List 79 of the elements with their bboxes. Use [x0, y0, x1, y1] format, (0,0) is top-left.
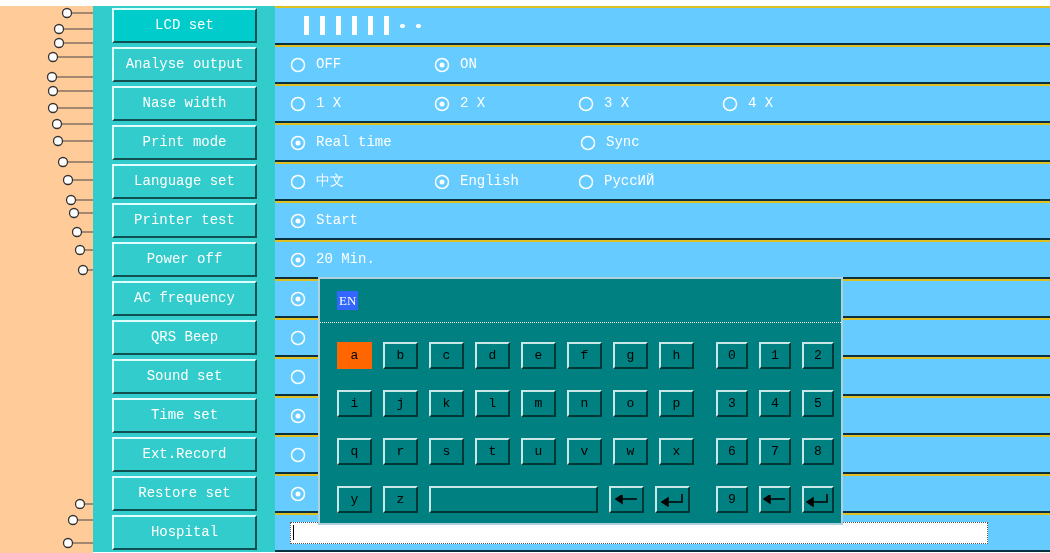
radio-icon[interactable]: [722, 95, 738, 112]
keyboard-key[interactable]: u: [521, 438, 556, 465]
option-label: English: [460, 172, 519, 191]
keyboard-key[interactable]: n: [567, 390, 602, 417]
keyboard-key[interactable]: r: [383, 438, 418, 465]
keyboard-key[interactable]: q: [337, 438, 372, 465]
keyboard-key[interactable]: 6: [716, 438, 748, 465]
keyboard-key[interactable]: 1: [759, 342, 791, 369]
option-label: 中文: [316, 172, 344, 191]
keyboard-key[interactable]: e: [521, 342, 556, 369]
keyboard-key[interactable]: p: [659, 390, 694, 417]
enter-key[interactable]: [802, 486, 834, 513]
keyboard-key[interactable]: k: [429, 390, 464, 417]
radio-selected-icon[interactable]: [290, 134, 306, 151]
keyboard-key[interactable]: 2: [802, 342, 834, 369]
radio-icon[interactable]: [290, 95, 306, 112]
keyboard-key[interactable]: 7: [759, 438, 791, 465]
option-label: 4 X: [748, 94, 774, 113]
keyboard-key[interactable]: l: [475, 390, 510, 417]
radio-icon[interactable]: [290, 368, 306, 385]
option-label: PyccИЙ: [604, 172, 655, 191]
option-label: 20 Min.: [316, 250, 375, 269]
enter-icon: [660, 492, 685, 507]
keyboard-key[interactable]: z: [383, 486, 418, 513]
keyboard-key[interactable]: c: [429, 342, 464, 369]
radio-selected-icon[interactable]: [290, 290, 306, 307]
option-label: OFF: [316, 55, 342, 74]
radio-icon[interactable]: [578, 95, 594, 112]
radio-selected-icon[interactable]: [434, 95, 450, 112]
keyboard-key[interactable]: s: [429, 438, 464, 465]
radio-selected-icon[interactable]: [290, 212, 306, 229]
option-label: Real time: [316, 133, 392, 152]
backspace-key[interactable]: [759, 486, 791, 513]
backspace-key[interactable]: [609, 486, 644, 513]
keyboard-key[interactable]: m: [521, 390, 556, 417]
space-key[interactable]: [429, 486, 598, 513]
keyboard-key[interactable]: f: [567, 342, 602, 369]
radio-selected-icon[interactable]: [290, 251, 306, 268]
text-cursor: [293, 525, 294, 540]
radio-icon[interactable]: [290, 173, 306, 190]
option-label: 3 X: [604, 94, 630, 113]
input-mode-badge[interactable]: EN: [337, 290, 359, 311]
radio-icon[interactable]: [290, 329, 306, 346]
left-arrow-icon: [614, 494, 639, 505]
keyboard-key[interactable]: 0: [716, 342, 748, 369]
keyboard-key[interactable]: j: [383, 390, 418, 417]
option-label: Sync: [606, 133, 640, 152]
keyboard-key[interactable]: x: [659, 438, 694, 465]
option-label: Start: [316, 211, 358, 230]
enter-icon: [806, 492, 830, 507]
radio-icon[interactable]: [290, 56, 306, 73]
left-arrow-icon: [763, 494, 787, 505]
keyboard-key[interactable]: 9: [716, 486, 748, 513]
radio-icon[interactable]: [290, 446, 306, 463]
keyboard-key[interactable]: 3: [716, 390, 748, 417]
radio-selected-icon[interactable]: [434, 56, 450, 73]
radio-icon[interactable]: [580, 134, 596, 151]
keyboard-key[interactable]: 8: [802, 438, 834, 465]
option-label: 1 X: [316, 94, 342, 113]
keyboard-key[interactable]: v: [567, 438, 602, 465]
radio-selected-icon[interactable]: [434, 173, 450, 190]
keyboard-key[interactable]: w: [613, 438, 648, 465]
keyboard-key[interactable]: 5: [802, 390, 834, 417]
keyboard-key[interactable]: o: [613, 390, 648, 417]
keyboard-key[interactable]: b: [383, 342, 418, 369]
keyboard-key[interactable]: t: [475, 438, 510, 465]
keyboard-key[interactable]: a: [337, 342, 372, 369]
enter-key[interactable]: [655, 486, 690, 513]
keyboard-key[interactable]: 4: [759, 390, 791, 417]
radio-selected-icon[interactable]: [290, 407, 306, 424]
keyboard-key[interactable]: i: [337, 390, 372, 417]
option-label: 2 X: [460, 94, 486, 113]
option-label: ON: [460, 55, 477, 74]
keyboard-key[interactable]: d: [475, 342, 510, 369]
radio-icon[interactable]: [578, 173, 594, 190]
keyboard-key[interactable]: y: [337, 486, 372, 513]
keyboard-key[interactable]: h: [659, 342, 694, 369]
keyboard-key[interactable]: g: [613, 342, 648, 369]
radio-selected-icon[interactable]: [290, 485, 306, 502]
